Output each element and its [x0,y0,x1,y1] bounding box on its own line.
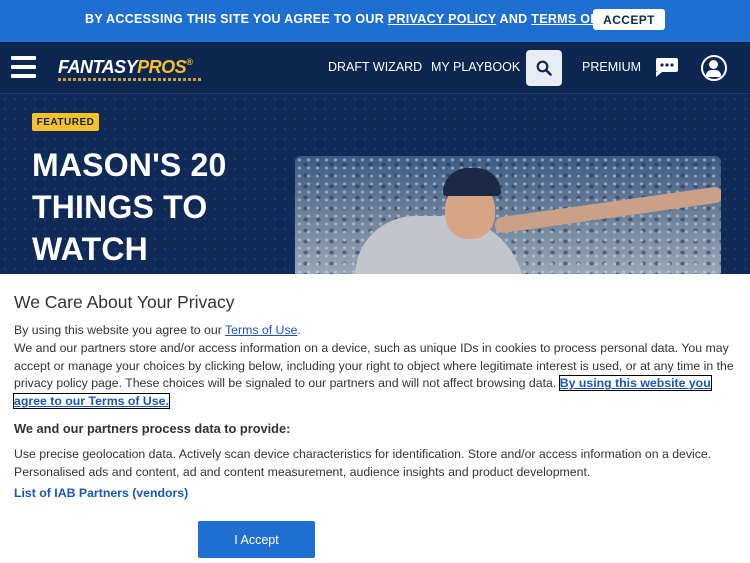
fantasypros-logo[interactable]: FANTASYPROS® [58,57,193,78]
consent-banner-text: BY ACCESSING THIS SITE YOU AGREE TO OUR … [85,12,632,26]
privacy-description: We and our partners store and/or access … [13,341,734,409]
terms-of-use-link-inline[interactable]: Terms of Use [225,323,297,337]
purposes-text: Use precise geolocation data. Actively s… [14,447,712,479]
logo-underline [58,78,201,81]
iab-partners-link[interactable]: List of IAB Partners (vendors) [14,485,738,503]
featured-hero: FEATURED MASON'S 20 THINGS TO WATCH [0,94,750,274]
search-button[interactable] [526,50,562,86]
accept-banner-button[interactable]: ACCEPT [593,9,665,30]
hamburger-icon[interactable] [11,56,36,78]
privacy-heading: We Care About Your Privacy [14,292,235,312]
chat-icon[interactable] [652,56,679,80]
nav-draft-wizard[interactable]: DRAFT WIZARD [328,60,422,74]
process-heading: We and our partners process data to prov… [14,421,291,436]
search-icon [536,60,552,76]
i-accept-button[interactable]: I Accept [198,521,315,558]
nav-my-playbook[interactable]: MY PLAYBOOK [431,60,520,74]
hero-photo[interactable] [295,156,721,274]
user-icon[interactable] [701,55,727,81]
privacy-policy-link[interactable]: PRIVACY POLICY [388,12,496,26]
hero-title[interactable]: MASON'S 20 THINGS TO WATCH [32,144,282,270]
privacy-terms-line: By using this website you agree to our T… [14,323,301,337]
featured-badge: FEATURED [32,113,99,131]
privacy-dialog: We Care About Your Privacy By using this… [0,274,750,563]
consent-prefix: BY ACCESSING THIS SITE YOU AGREE TO OUR [85,12,388,26]
main-nav: FANTASYPROS® DRAFT WIZARD MY PLAYBOOK PR… [0,42,750,94]
nav-premium[interactable]: PREMIUM [582,60,641,74]
consent-and: AND [496,12,532,26]
consent-banner: BY ACCESSING THIS SITE YOU AGREE TO OUR … [0,0,750,42]
